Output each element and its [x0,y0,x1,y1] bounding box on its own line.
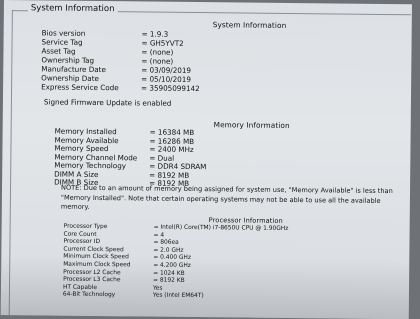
system-info-heading: System Information [212,20,287,30]
bios-screen: System Information Bios version = 1.9.3 S… [0,0,412,319]
row-value: = (none) [141,47,174,57]
row-value: = 806ea [153,239,179,247]
row-label: Processor L2 Cache [63,269,121,276]
row-label: Bios version [41,28,86,38]
row-label: Processor ID [63,238,101,246]
row-label: Minimum Clock Speed [63,254,129,261]
row-label: HT Capable [62,284,98,291]
row-label: Core Count [63,231,97,238]
row-value: = GH5YVT2 [141,38,184,48]
row-label: Express Service Code [41,82,119,93]
row-label: Service Tag [41,37,83,47]
group-box-title: System Information [27,3,118,15]
row-label: Asset Tag [41,46,76,56]
row-value: Yes [152,285,163,292]
row-label: 64-Bit Technology [62,292,116,299]
row-value: = Intel(R) Core(TM) i7-8650U CPU @ 1.90G… [153,224,289,232]
system-information-group: System Information Bios version = 1.9.3 S… [8,10,411,319]
memory-note: NOTE: Due to an amount of memory being a… [60,183,393,212]
row-value: = 0.400 GHz [153,254,191,262]
row-value: = 8192 KB [153,277,185,285]
row-label: Maximum Clock Speed [63,261,131,269]
row-value: = 1024 KB [153,270,185,277]
processor-info-heading: Processor Information [208,216,283,225]
row-label: Processor L3 Cache [63,276,121,284]
row-value: = 2.0 GHz [153,247,184,254]
row-label: Processor Type [63,223,108,231]
row-value: = 35905099142 [141,83,200,94]
row-value: = 4 [153,232,165,239]
row-value: = 1.9.3 [141,29,169,39]
firmware-update-status: Signed Firmware Update is enabled [43,97,172,108]
row-label: Current Clock Speed [63,246,124,254]
row-value: Yes (Intel EM64T) [152,292,204,300]
row-value: = (none) [141,56,174,66]
row-value: = 4.200 GHz [153,262,191,269]
